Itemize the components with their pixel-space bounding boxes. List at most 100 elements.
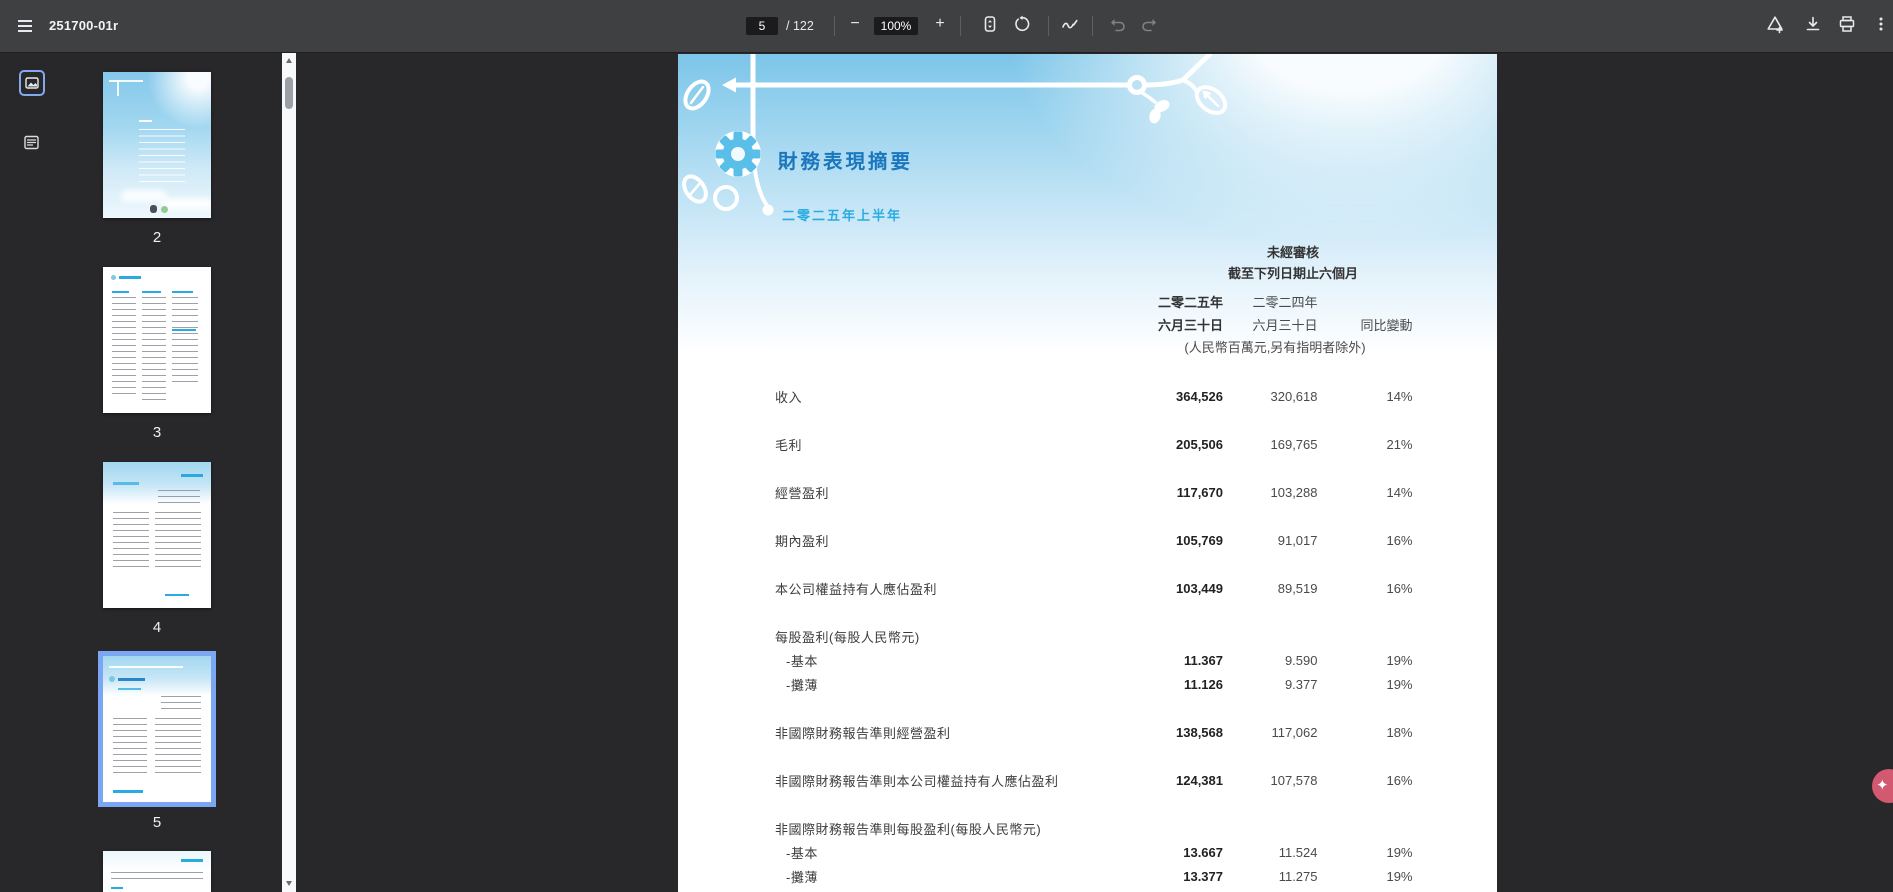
thumbnail-page-label: 4 (152, 619, 162, 636)
zoom-out-button[interactable]: − (841, 10, 869, 38)
value-2025: 11.126 (1183, 676, 1223, 692)
value-change: 16% (1386, 772, 1413, 788)
redo-button[interactable] (1135, 10, 1163, 38)
thumbnail-page-3[interactable] (103, 267, 211, 413)
value-2025: 364,526 (1176, 388, 1223, 404)
fit-to-page-button[interactable] (976, 10, 1004, 38)
row-label: 非國際財務報告準則經營盈利 (775, 725, 951, 741)
row-label: 非國際財務報告準則每股盈利(每股人民幣元) (775, 821, 1042, 837)
col-header-2025-year: 二零二五年 (1157, 295, 1223, 310)
value-2024: 9.377 (1284, 676, 1318, 692)
table-row: -攤薄 13.377 11.275 19% (775, 867, 1413, 885)
table-row: -攤薄 11.126 9.377 19% (775, 675, 1413, 693)
table-row: -基本 11.367 9.590 19% (775, 651, 1413, 669)
value-2025: 103,449 (1176, 580, 1223, 596)
zoom-level-display: 100% (874, 17, 918, 35)
row-label: 每股盈利(每股人民幣元) (775, 629, 920, 645)
scroll-up-arrow[interactable] (285, 58, 292, 63)
unit-note: (人民幣百萬元,另有指明者除外) (1184, 340, 1366, 355)
drive-add-icon (1767, 16, 1783, 34)
table-header-unaudited: 未經審核 (1266, 245, 1320, 260)
undo-icon (1111, 19, 1125, 32)
row-label: -基本 (786, 653, 818, 669)
more-options-button[interactable] (1867, 10, 1893, 38)
row-label: -攤薄 (786, 677, 818, 693)
value-change: 16% (1386, 580, 1413, 596)
page-count-label: / 122 (786, 19, 814, 33)
table-row: 毛利 205,506 169,765 21% (775, 435, 1413, 453)
value-change: 21% (1386, 436, 1413, 452)
row-label: 經營盈利 (775, 485, 830, 501)
value-2024: 11.275 (1278, 868, 1318, 884)
value-2024: 11.524 (1278, 844, 1318, 860)
table-section-row: 非國際財務報告準則每股盈利(每股人民幣元) (775, 819, 1413, 837)
outline-view-button[interactable] (19, 130, 43, 154)
pdf-viewer: { "toolbar": { "title": "251700-01r", "p… (0, 0, 1893, 892)
pdf-page-5: 財務表現摘要 二零二五年上半年 未經審核 截至下列日期止六個月 二零二五年 二零… (678, 54, 1497, 892)
thumbnails-view-button[interactable] (19, 70, 45, 96)
page-number-input[interactable]: 5 (746, 17, 778, 35)
print-icon (1839, 16, 1855, 32)
print-button[interactable] (1833, 10, 1861, 38)
table-row: 期內盈利 105,769 91,017 16% (775, 531, 1413, 549)
thumbnail-page-label: 2 (152, 229, 162, 246)
sidebar-scrollbar[interactable] (282, 52, 296, 892)
value-change: 19% (1386, 652, 1413, 668)
col-header-2024-date: 六月三十日 (1252, 318, 1318, 333)
undo-button[interactable] (1104, 10, 1132, 38)
gear-icon (715, 131, 761, 177)
scroll-down-arrow[interactable] (285, 881, 292, 886)
col-header-2024-year: 二零二四年 (1252, 295, 1318, 310)
thumbnail-page-label: 5 (152, 814, 162, 831)
document-title: 251700-01r (49, 18, 119, 33)
download-icon (1806, 16, 1820, 31)
thumbnail-page-4[interactable] (103, 462, 211, 608)
page-subtitle: 二零二五年上半年 (782, 208, 903, 223)
page-title: 財務表現摘要 (778, 151, 914, 173)
scrollbar-thumb[interactable] (285, 77, 293, 109)
value-2024: 107,578 (1270, 772, 1318, 788)
value-change: 19% (1386, 676, 1413, 692)
rotate-button[interactable] (1008, 10, 1036, 38)
table-header-period: 截至下列日期止六個月 (1227, 266, 1359, 281)
thumbnail-page-label: 3 (152, 424, 162, 441)
row-label: 期內盈利 (775, 533, 830, 549)
thumbnail-page-2[interactable] (103, 72, 211, 218)
table-row: 非國際財務報告準則經營盈利 138,568 117,062 18% (775, 723, 1413, 741)
table-row: 本公司權益持有人應佔盈利 103,449 89,519 16% (775, 579, 1413, 597)
value-2024: 320,618 (1270, 388, 1318, 404)
toolbar-divider (1092, 16, 1093, 36)
sparkle-icon: ✦ (1876, 777, 1889, 794)
value-change: 19% (1386, 844, 1413, 860)
table-row: 非國際財務報告準則本公司權益持有人應佔盈利 124,381 107,578 16… (775, 771, 1413, 789)
thumbnail-page-5-current[interactable] (103, 656, 211, 802)
assistant-floating-button[interactable]: ✦ (1872, 769, 1893, 803)
annotate-button[interactable] (1056, 10, 1084, 38)
zoom-in-button[interactable]: + (926, 10, 954, 38)
value-2025: 138,568 (1176, 724, 1223, 740)
value-2025: 13.377 (1183, 868, 1223, 884)
value-2024: 9.590 (1284, 652, 1318, 668)
col-header-change: 同比變動 (1360, 318, 1413, 333)
toolbar-divider (834, 16, 835, 36)
value-change: 14% (1386, 388, 1413, 404)
col-header-2025-date: 六月三十日 (1157, 318, 1223, 333)
value-2025: 205,506 (1176, 436, 1223, 452)
table-row: 經營盈利 117,670 103,288 14% (775, 483, 1413, 501)
value-change: 18% (1386, 724, 1413, 740)
menu-icon[interactable] (15, 12, 43, 40)
row-label: 本公司權益持有人應佔盈利 (775, 581, 938, 597)
table-row: -基本 13.667 11.524 19% (775, 843, 1413, 861)
financial-table: 收入 364,526 320,618 14% 毛利 205,506 169,76… (775, 387, 1413, 885)
value-2024: 117,062 (1271, 724, 1318, 740)
row-label: 非國際財務報告準則本公司權益持有人應佔盈利 (775, 773, 1059, 789)
toolbar-divider (960, 16, 961, 36)
document-outline-icon (23, 135, 39, 149)
value-change: 14% (1386, 484, 1413, 500)
download-button[interactable] (1799, 10, 1827, 38)
value-2024: 169,765 (1270, 436, 1318, 452)
thumbnail-page-6[interactable] (103, 851, 211, 892)
value-2025: 124,381 (1176, 772, 1223, 788)
save-to-drive-button[interactable] (1761, 10, 1789, 38)
table-row: 收入 364,526 320,618 14% (775, 387, 1413, 405)
